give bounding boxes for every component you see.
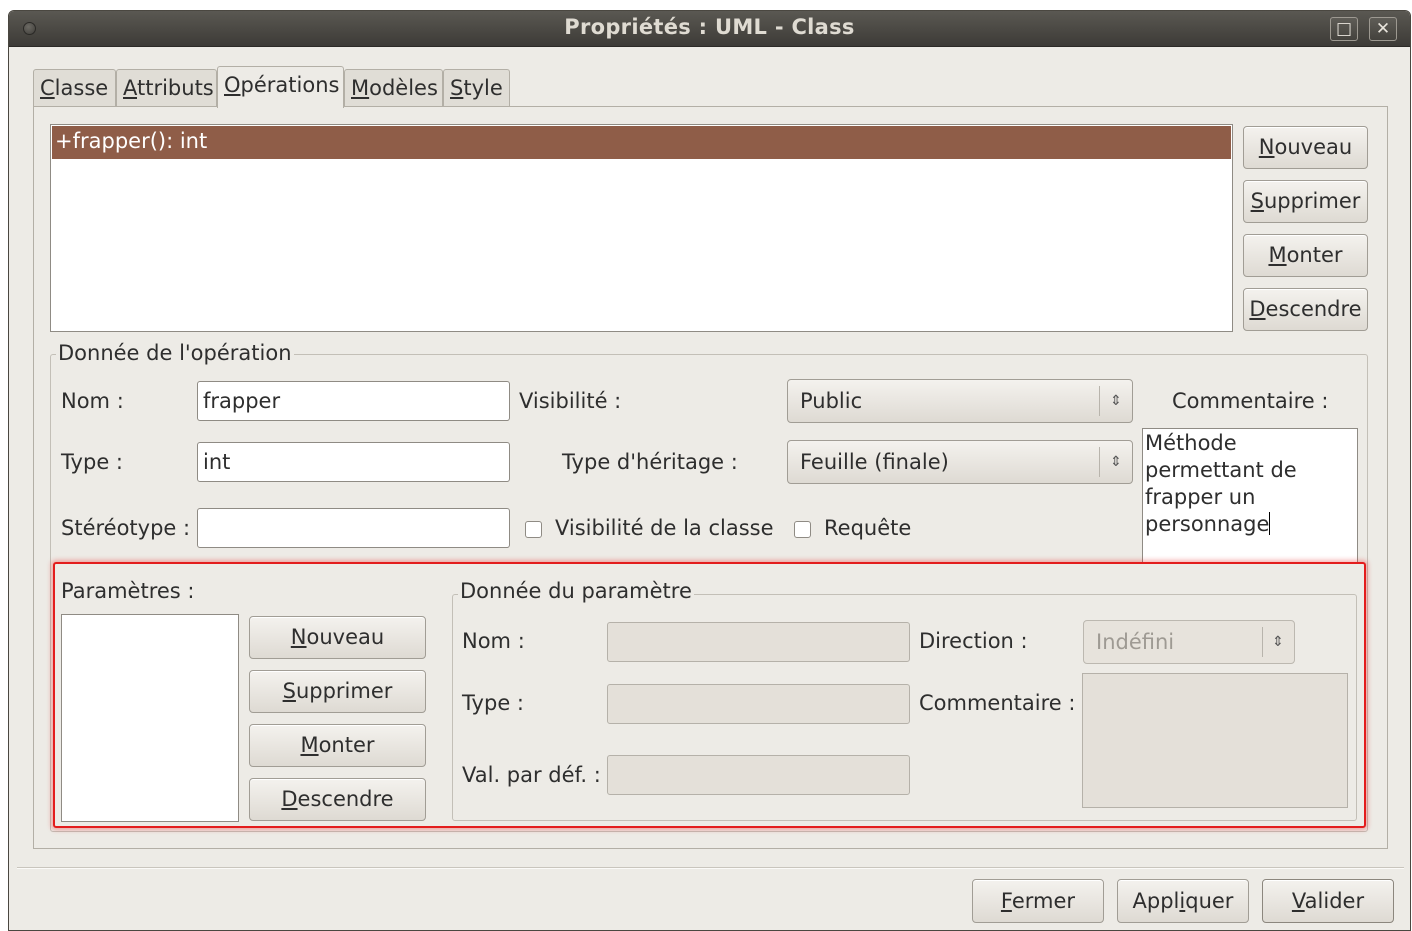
- default-value-label: Val. par déf. :: [462, 763, 601, 787]
- operation-comment-textarea[interactable]: Méthode permettant de frapper un personn…: [1142, 428, 1358, 563]
- button-label: onter: [318, 733, 375, 757]
- query-label[interactable]: Requête: [824, 515, 911, 541]
- button-label: quer: [1185, 889, 1234, 913]
- stereotype-label: Stéréotype :: [61, 516, 191, 540]
- button-mnemonic: D: [1249, 297, 1266, 321]
- move-down-operation-button[interactable]: Descendre: [1243, 288, 1368, 331]
- direction-label: Direction :: [919, 629, 1028, 653]
- operation-stereotype-input[interactable]: [197, 508, 510, 548]
- button-label: ermer: [1011, 889, 1076, 913]
- tab-mnemonic: A: [123, 76, 137, 100]
- apply-button[interactable]: Appliquer: [1117, 879, 1249, 923]
- tab-label: pérations: [240, 73, 340, 97]
- parameters-list[interactable]: [61, 614, 239, 822]
- tab-classe[interactable]: Classe: [33, 69, 116, 107]
- parameter-name-input[interactable]: [607, 622, 910, 662]
- button-mnemonic: M: [300, 733, 319, 757]
- comment-line: Méthode: [1145, 431, 1237, 455]
- button-mnemonic: V: [1291, 889, 1305, 913]
- tab-label: odèles: [369, 76, 438, 100]
- name-label: Nom :: [61, 389, 124, 413]
- class-scope-checkbox[interactable]: [525, 521, 542, 538]
- list-item[interactable]: +frapper(): int: [52, 126, 1231, 159]
- move-down-parameter-button[interactable]: Descendre: [249, 778, 426, 821]
- direction-select[interactable]: Indéfini ⇕: [1083, 620, 1295, 664]
- comment-line: personnage: [1145, 512, 1270, 536]
- close-icon: ✕: [1375, 19, 1391, 39]
- inheritance-type-value: Feuille (finale): [800, 450, 949, 474]
- maximize-button[interactable]: □: [1330, 17, 1358, 41]
- visibility-label: Visibilité :: [519, 389, 622, 413]
- comment-label: Commentaire :: [1172, 389, 1329, 413]
- tab-mnemonic: O: [224, 73, 241, 97]
- inheritance-type-select[interactable]: Feuille (finale) ⇕: [787, 440, 1133, 484]
- parameter-comment-textarea[interactable]: [1082, 673, 1348, 808]
- class-scope-label[interactable]: Visibilité de la classe: [555, 515, 774, 541]
- properties-dialog: Propriétés : UML - Class □ ✕ Classe Attr…: [8, 10, 1411, 931]
- chevron-up-down-icon: ⇕: [1110, 393, 1122, 409]
- tab-label: tyle: [463, 76, 503, 100]
- button-mnemonic: D: [281, 787, 298, 811]
- delete-operation-button[interactable]: Supprimer: [1243, 180, 1368, 223]
- button-label: alider: [1304, 889, 1365, 913]
- comment-line: permettant de: [1145, 458, 1297, 482]
- button-label: escendre: [297, 787, 394, 811]
- button-mnemonic: S: [282, 679, 296, 703]
- footer-separator: [17, 867, 1404, 869]
- operation-data-frame-label: Donnée de l'opération: [56, 340, 294, 366]
- parameter-name-label: Nom :: [462, 629, 525, 653]
- operation-name-input[interactable]: frapper: [197, 381, 510, 421]
- tab-modeles[interactable]: Modèles: [344, 69, 443, 107]
- button-label: ouveau: [306, 625, 385, 649]
- parameter-comment-label: Commentaire :: [919, 691, 1076, 715]
- tab-label: lasse: [54, 76, 109, 100]
- parameters-label: Paramètres :: [61, 579, 195, 603]
- chevron-up-down-icon: ⇕: [1272, 634, 1284, 650]
- parameter-data-frame-label: Donnée du paramètre: [458, 578, 694, 604]
- tab-style[interactable]: Style: [443, 69, 510, 107]
- button-mnemonic: N: [1258, 135, 1275, 159]
- parameter-type-input[interactable]: [607, 684, 910, 724]
- button-label: escendre: [1265, 297, 1362, 321]
- maximize-icon: □: [1335, 19, 1353, 39]
- button-label: upprimer: [295, 679, 393, 703]
- close-button[interactable]: Fermer: [972, 879, 1104, 923]
- type-label: Type :: [61, 450, 123, 474]
- default-value-input[interactable]: [607, 755, 910, 795]
- new-parameter-button[interactable]: Nouveau: [249, 616, 426, 659]
- new-operation-button[interactable]: Nouveau: [1243, 126, 1368, 169]
- tab-label: ttributs: [137, 76, 214, 100]
- button-label: upprimer: [1263, 189, 1361, 213]
- move-up-parameter-button[interactable]: Monter: [249, 724, 426, 767]
- ok-button[interactable]: Valider: [1262, 879, 1394, 923]
- move-up-operation-button[interactable]: Monter: [1243, 234, 1368, 277]
- window-title: Propriétés : UML - Class: [564, 15, 855, 39]
- title-bar[interactable]: Propriétés : UML - Class □ ✕: [9, 11, 1410, 47]
- button-mnemonic: S: [1250, 189, 1264, 213]
- tab-operations[interactable]: Opérations: [217, 66, 344, 108]
- comment-line: frapper un: [1145, 485, 1256, 509]
- button-label: ouveau: [1274, 135, 1353, 159]
- tab-mnemonic: C: [40, 76, 55, 100]
- tab-mnemonic: M: [351, 76, 370, 100]
- tab-mnemonic: S: [450, 76, 464, 100]
- inheritance-type-label: Type d'héritage :: [562, 450, 738, 474]
- delete-parameter-button[interactable]: Supprimer: [249, 670, 426, 713]
- chevron-up-down-icon: ⇕: [1110, 454, 1122, 470]
- operation-type-input[interactable]: int: [197, 442, 510, 482]
- operations-list[interactable]: +frapper(): int: [50, 124, 1233, 332]
- button-mnemonic: F: [1000, 889, 1012, 913]
- query-checkbox[interactable]: [794, 521, 811, 538]
- button-label: onter: [1286, 243, 1343, 267]
- visibility-value: Public: [800, 389, 863, 413]
- tab-attributs[interactable]: Attributs: [116, 69, 217, 107]
- parameter-type-label: Type :: [462, 691, 524, 715]
- button-label: Appl: [1132, 889, 1180, 913]
- close-window-button[interactable]: ✕: [1369, 17, 1397, 41]
- button-mnemonic: N: [290, 625, 307, 649]
- visibility-select[interactable]: Public ⇕: [787, 379, 1133, 423]
- button-mnemonic: M: [1268, 243, 1287, 267]
- direction-value: Indéfini: [1096, 630, 1175, 654]
- text-caret: [1269, 512, 1271, 535]
